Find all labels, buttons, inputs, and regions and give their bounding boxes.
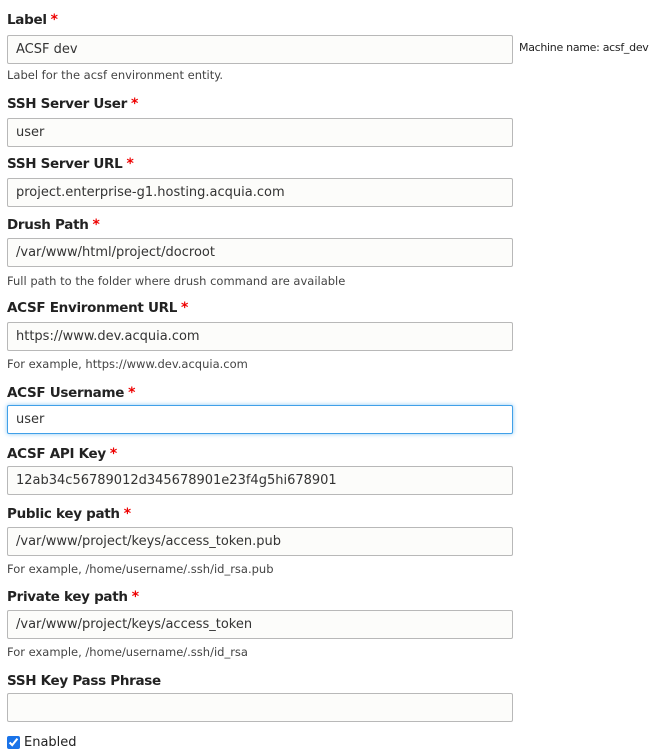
field-label-text: SSH Server URL (7, 156, 123, 172)
acsf-username-label: ACSF Username * (7, 385, 135, 401)
ssh-server-url-input[interactable]: project.enterprise-g1.hosting.acquia.com (7, 178, 513, 207)
acsf-api-key-input[interactable]: 12ab34c56789012d345678901e23f4g5hi678901 (7, 466, 513, 495)
required-marker: * (109, 446, 117, 462)
private-key-path-label: Private key path * (7, 589, 139, 605)
field-label-text: SSH Server User (7, 96, 127, 112)
drush-path-input[interactable]: /var/www/html/project/docroot (7, 238, 513, 267)
machine-name: Machine name: acsf_dev (519, 41, 649, 54)
ssh-key-pass-phrase-input[interactable] (7, 693, 513, 722)
required-marker: * (50, 12, 58, 28)
field-label-text: SSH Key Pass Phrase (7, 673, 161, 689)
required-marker: * (181, 300, 189, 316)
label-label: Label * (7, 12, 58, 28)
drush-path-description: Full path to the folder where drush comm… (7, 274, 346, 288)
required-marker: * (131, 96, 139, 112)
enabled-label: Enabled (24, 735, 77, 750)
public-key-path-input[interactable]: /var/www/project/keys/access_token.pub (7, 527, 513, 556)
required-marker: * (131, 589, 139, 605)
acsf-environment-url-label: ACSF Environment URL * (7, 300, 188, 316)
private-key-path-input[interactable]: /var/www/project/keys/access_token (7, 610, 513, 639)
enabled-checkbox[interactable] (7, 736, 20, 749)
label-input[interactable]: ACSF dev (7, 35, 513, 64)
enabled-checkbox-row[interactable]: Enabled (7, 735, 77, 750)
field-label-text: Public key path (7, 506, 120, 522)
ssh-server-url-label: SSH Server URL * (7, 156, 134, 172)
field-label-text: ACSF Username (7, 385, 125, 401)
drush-path-label: Drush Path * (7, 217, 100, 233)
required-marker: * (128, 385, 136, 401)
ssh-server-user-input[interactable]: user (7, 118, 513, 147)
private-key-path-description: For example, /home/username/.ssh/id_rsa (7, 645, 248, 659)
required-marker: * (126, 156, 134, 172)
acsf-username-input[interactable]: user (7, 405, 513, 434)
ssh-server-user-label: SSH Server User * (7, 96, 138, 112)
acsf-api-key-label: ACSF API Key * (7, 446, 117, 462)
acsf-environment-url-description: For example, https://www.dev.acquia.com (7, 357, 248, 371)
field-label-text: Label (7, 12, 47, 28)
acsf-environment-url-input[interactable]: https://www.dev.acquia.com (7, 322, 513, 351)
field-label-text: Drush Path (7, 217, 89, 233)
field-label-text: ACSF Environment URL (7, 300, 178, 316)
field-label-text: Private key path (7, 589, 128, 605)
required-marker: * (92, 217, 100, 233)
field-label-text: ACSF API Key (7, 446, 106, 462)
public-key-path-description: For example, /home/username/.ssh/id_rsa.… (7, 562, 274, 576)
public-key-path-label: Public key path * (7, 506, 131, 522)
ssh-key-pass-phrase-label: SSH Key Pass Phrase (7, 673, 161, 689)
required-marker: * (123, 506, 131, 522)
label-description: Label for the acsf environment entity. (7, 68, 224, 82)
